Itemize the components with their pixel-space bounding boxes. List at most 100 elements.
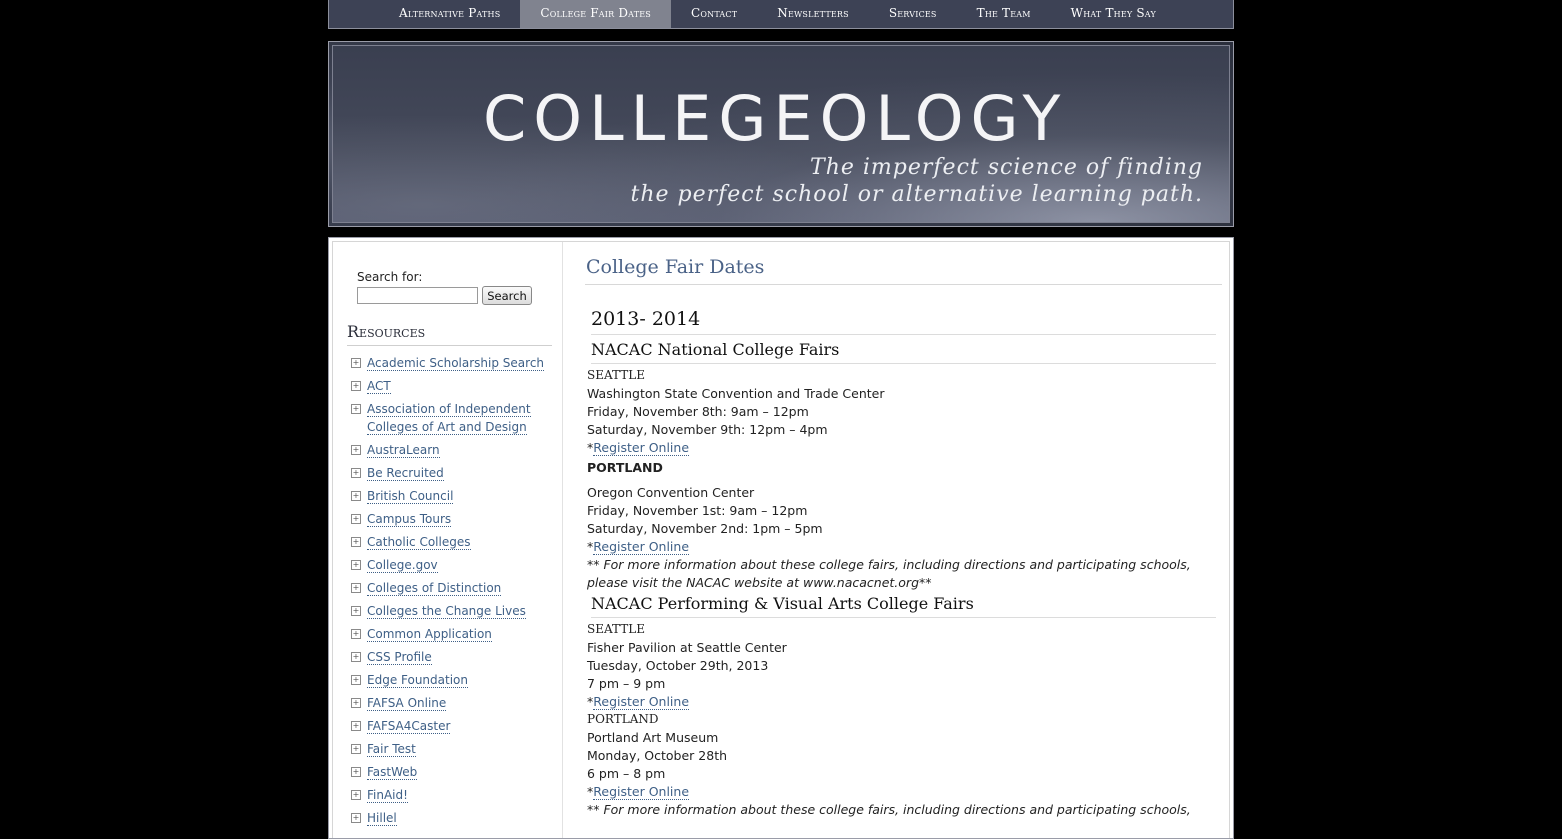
search-button[interactable]: Search xyxy=(482,286,532,305)
resource-item: + Catholic Colleges xyxy=(351,533,551,551)
resource-link[interactable]: Academic Scholarship Search xyxy=(367,356,545,371)
portland-register-link[interactable]: Register Online xyxy=(593,539,690,555)
expand-box-icon: + xyxy=(351,606,361,616)
resource-item: + College.gov xyxy=(351,556,551,574)
resource-item: + British Council xyxy=(351,487,551,505)
resources-list: + Academic Scholarship Search + ACT + Associa… xyxy=(351,354,551,832)
top-navigation: Alternative Paths College Fair Dates Con… xyxy=(328,0,1234,29)
nav-item-the-team[interactable]: The Team xyxy=(957,0,1051,28)
resource-link[interactable]: College.gov xyxy=(367,558,438,573)
nav-item-college-fair-dates[interactable]: College Fair Dates xyxy=(520,0,671,28)
arts-portland-register-link[interactable]: Register Online xyxy=(593,784,690,800)
content-box: Search for: Search Resources + Academic S… xyxy=(328,237,1234,839)
search-label: Search for: xyxy=(357,270,423,284)
expand-box-icon: + xyxy=(351,491,361,501)
resource-item: + AustraLearn xyxy=(351,441,551,459)
arts-portland-city-label: PORTLAND xyxy=(587,712,659,726)
expand-box-icon: + xyxy=(351,468,361,478)
expand-box-icon: + xyxy=(351,404,361,414)
search-input[interactable] xyxy=(357,287,478,304)
resource-link[interactable]: FastWeb xyxy=(367,765,418,780)
expand-box-icon: + xyxy=(351,560,361,570)
tagline-line-2: the perfect school or alternative learni… xyxy=(630,182,1203,207)
resource-item: + Hillel xyxy=(351,809,551,827)
resource-item: + FinAid! xyxy=(351,786,551,804)
arts-seattle-time: 7 pm – 9 pm xyxy=(587,676,666,691)
national-fairs-note-line-2: please visit the NACAC website at www.na… xyxy=(587,575,932,590)
site-logo: COLLEGEOLOGY xyxy=(483,82,1068,155)
expand-box-icon: + xyxy=(351,358,361,368)
expand-box-icon: + xyxy=(351,514,361,524)
resources-heading: Resources xyxy=(347,322,552,346)
content-frame: Search for: Search Resources + Academic S… xyxy=(332,241,1230,838)
expand-box-icon: + xyxy=(351,698,361,708)
arts-seattle-city-label: SEATTLE xyxy=(587,622,645,636)
page-title: College Fair Dates xyxy=(585,256,1222,285)
arts-seattle-register-link[interactable]: Register Online xyxy=(593,694,690,710)
arts-portland-register-row: *Register Online xyxy=(587,784,690,800)
arts-portland-time: 6 pm – 8 pm xyxy=(587,766,666,781)
resource-link[interactable]: FAFSA Online xyxy=(367,696,447,711)
portland-date-2: Saturday, November 2nd: 1pm – 5pm xyxy=(587,521,823,536)
expand-box-icon: + xyxy=(351,445,361,455)
resource-link[interactable]: Edge Foundation xyxy=(367,673,468,688)
resource-link[interactable]: CSS Profile xyxy=(367,650,432,665)
arts-seattle-register-row: *Register Online xyxy=(587,694,690,710)
portland-venue: Oregon Convention Center xyxy=(587,485,755,500)
resource-link[interactable]: Common Application xyxy=(367,627,492,642)
sidebar: Search for: Search Resources + Academic S… xyxy=(333,242,563,838)
nav-item-contact[interactable]: Contact xyxy=(671,0,757,28)
resource-link[interactable]: Be Recruited xyxy=(367,466,444,481)
section-heading-national-fairs: NACAC National College Fairs xyxy=(591,340,1216,364)
resource-link[interactable]: Campus Tours xyxy=(367,512,452,527)
resource-link[interactable]: ACT xyxy=(367,379,391,394)
site-tagline: The imperfect science of finding the per… xyxy=(583,154,1203,208)
header-frame: COLLEGEOLOGY The imperfect science of fi… xyxy=(332,45,1230,223)
resource-link[interactable]: Fair Test xyxy=(367,742,416,757)
resource-item: + Edge Foundation xyxy=(351,671,551,689)
seattle-venue: Washington State Convention and Trade Ce… xyxy=(587,386,885,401)
resource-item: + FAFSA Online xyxy=(351,694,551,712)
resource-link[interactable]: Catholic Colleges xyxy=(367,535,471,550)
nav-item-alternative-paths[interactable]: Alternative Paths xyxy=(379,0,520,28)
resource-link[interactable]: Colleges the Change Lives xyxy=(367,604,526,619)
arts-seattle-date: Tuesday, October 29th, 2013 xyxy=(587,658,769,673)
expand-box-icon: + xyxy=(351,675,361,685)
expand-box-icon: + xyxy=(351,721,361,731)
resource-item: + Fair Test xyxy=(351,740,551,758)
nav-item-newsletters[interactable]: Newsletters xyxy=(757,0,869,28)
resource-link[interactable]: FAFSA4Caster xyxy=(367,719,451,734)
seattle-date-1: Friday, November 8th: 9am – 12pm xyxy=(587,404,809,419)
site-header-banner[interactable]: COLLEGEOLOGY The imperfect science of fi… xyxy=(328,41,1234,227)
national-fairs-note-line-1: ** For more information about these coll… xyxy=(587,557,1191,572)
expand-box-icon: + xyxy=(351,583,361,593)
seattle-date-2: Saturday, November 9th: 12pm – 4pm xyxy=(587,422,828,437)
resource-link[interactable]: British Council xyxy=(367,489,454,504)
expand-box-icon: + xyxy=(351,813,361,823)
portland-register-row: *Register Online xyxy=(587,539,690,555)
seattle-register-link[interactable]: Register Online xyxy=(593,440,690,456)
resource-item: + ACT xyxy=(351,377,551,395)
arts-seattle-venue: Fisher Pavilion at Seattle Center xyxy=(587,640,787,655)
seattle-city-label: SEATTLE xyxy=(587,368,645,382)
resource-item: + FastWeb xyxy=(351,763,551,781)
expand-box-icon: + xyxy=(351,767,361,777)
nav-item-services[interactable]: Services xyxy=(869,0,957,28)
expand-box-icon: + xyxy=(351,629,361,639)
expand-box-icon: + xyxy=(351,744,361,754)
arts-portland-venue: Portland Art Museum xyxy=(587,730,719,745)
resource-item: + Common Application xyxy=(351,625,551,643)
resource-link[interactable]: Colleges of Distinction xyxy=(367,581,502,596)
resource-link[interactable]: Association of Independent Colleges of A… xyxy=(367,402,531,435)
resource-link[interactable]: AustraLearn xyxy=(367,443,440,458)
nav-item-what-they-say[interactable]: What They Say xyxy=(1051,0,1176,28)
resource-item: + Association of Independent Colleges of … xyxy=(351,400,551,436)
year-heading: 2013- 2014 xyxy=(591,308,1216,335)
resource-item: + Be Recruited xyxy=(351,464,551,482)
seattle-register-row: *Register Online xyxy=(587,440,690,456)
expand-box-icon: + xyxy=(351,652,361,662)
section-heading-arts-fairs: NACAC Performing & Visual Arts College F… xyxy=(591,594,1216,618)
arts-portland-date: Monday, October 28th xyxy=(587,748,728,763)
resource-link[interactable]: FinAid! xyxy=(367,788,408,803)
portland-date-1: Friday, November 1st: 9am – 12pm xyxy=(587,503,808,518)
